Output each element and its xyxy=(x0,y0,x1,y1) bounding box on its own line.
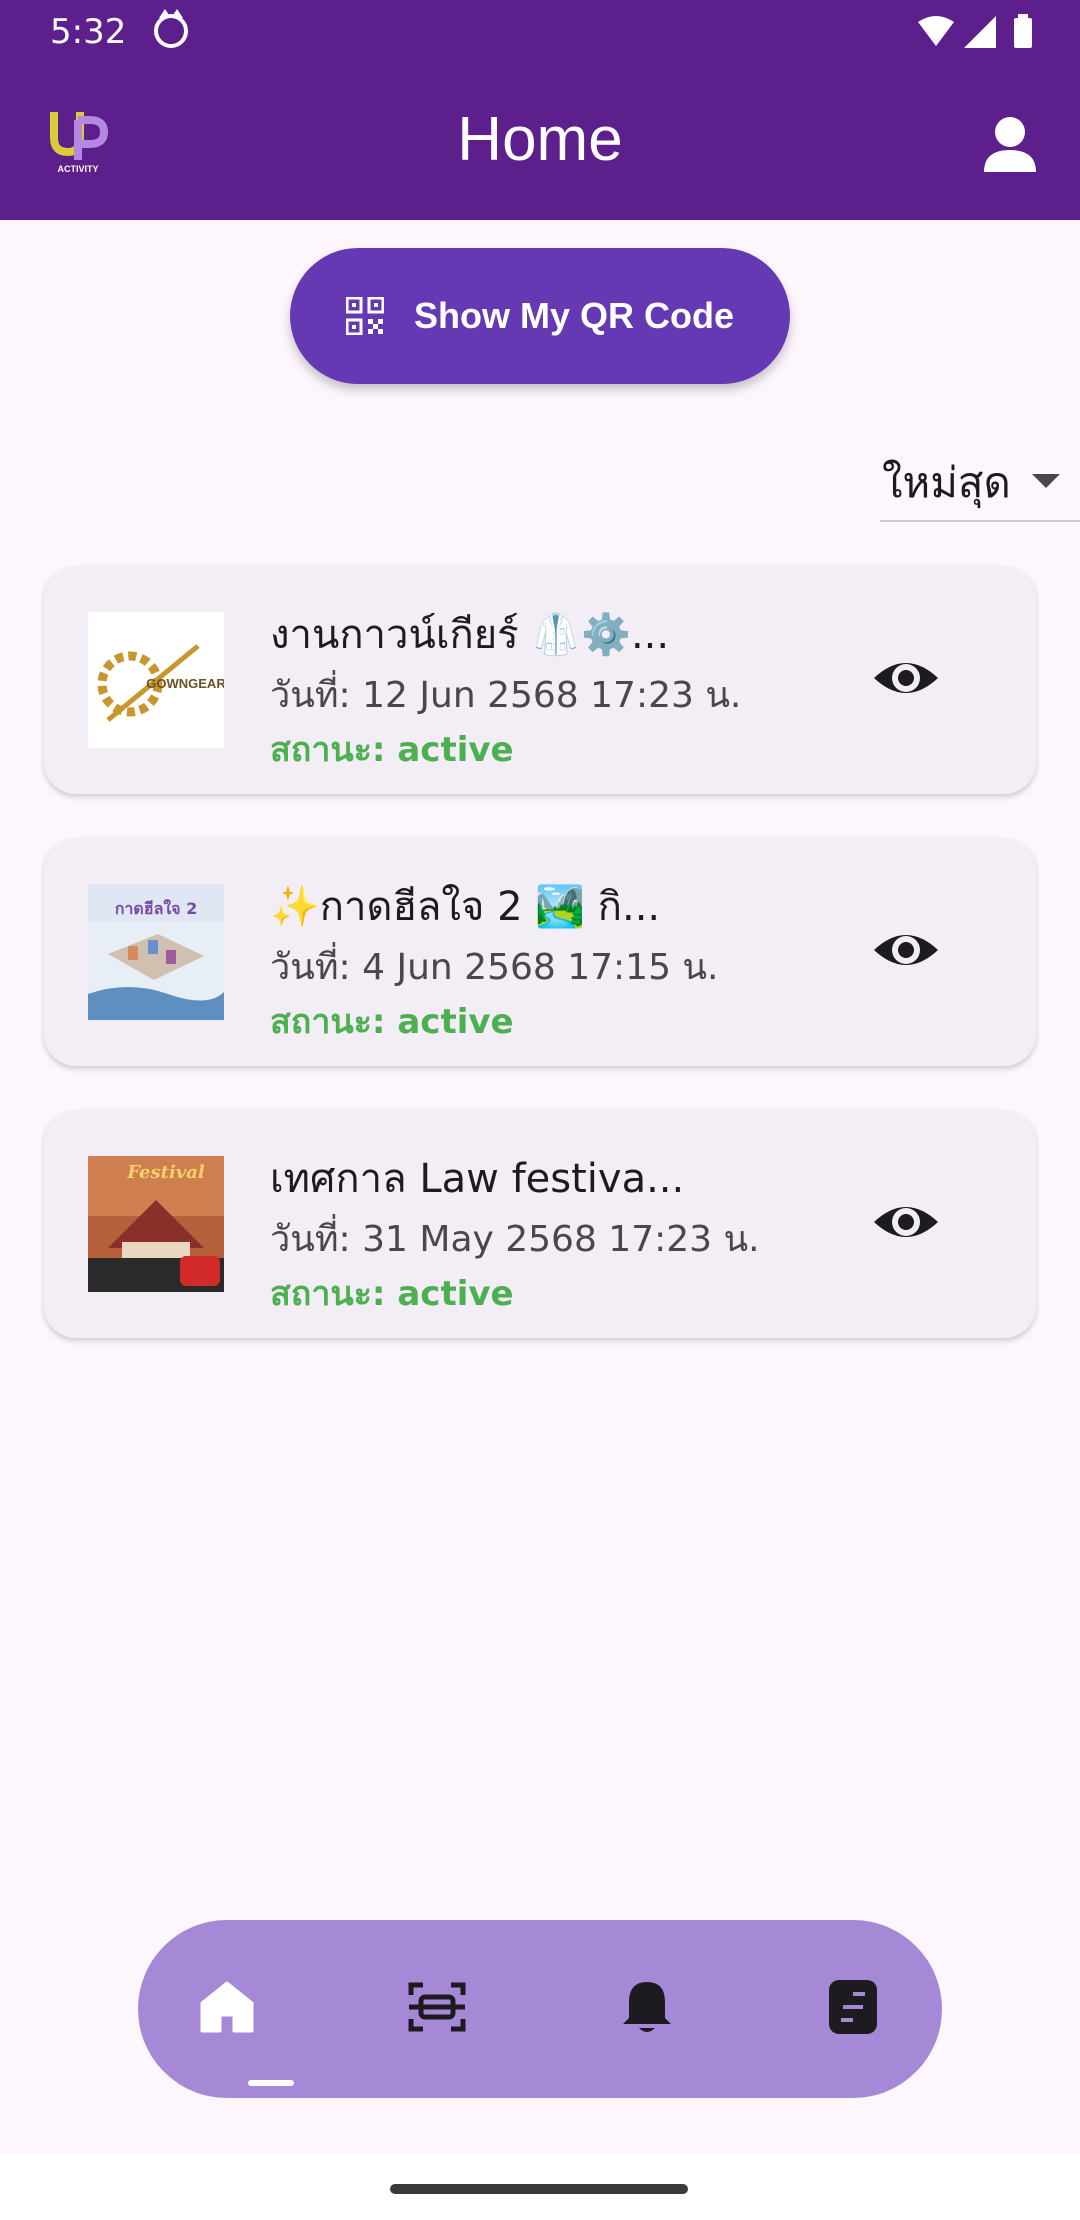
signal-icon xyxy=(964,16,996,48)
activity-card[interactable]: กาดฮีลใจ 2 ✨กาดฮีลใจ 2 🏞️ กิ... วันที่: … xyxy=(44,838,1036,1066)
activity-date: วันที่: 31 May 2568 17:23 น. xyxy=(270,1219,760,1260)
document-icon xyxy=(829,1980,877,2034)
nav-documents[interactable] xyxy=(808,1962,898,2052)
system-status-icons xyxy=(918,14,1032,48)
activity-date: วันที่: 4 Jun 2568 17:15 น. xyxy=(270,947,719,988)
activity-title: งานกาวน์เกียร์ 🥼⚙️... xyxy=(270,612,670,658)
dropdown-caret-icon xyxy=(1032,474,1060,488)
page-title: Home xyxy=(457,105,623,174)
thumb-label: Festival xyxy=(126,1162,205,1183)
qr-code-icon xyxy=(345,297,384,335)
notification-cat-icon xyxy=(154,9,188,48)
wifi-icon xyxy=(918,16,954,46)
scan-icon xyxy=(408,1982,466,2032)
status-time: 5:32 xyxy=(50,12,127,52)
show-qr-code-button[interactable]: Show My QR Code xyxy=(290,248,790,384)
activity-title: เทศกาล Law festiva... xyxy=(270,1156,685,1202)
activity-card[interactable]: Festival เทศกาล Law festiva... วันที่: 3… xyxy=(44,1110,1036,1338)
activity-status: สถานะ: active xyxy=(270,730,514,770)
profile-icon[interactable] xyxy=(978,112,1042,176)
activity-thumbnail: Festival xyxy=(88,1156,224,1292)
activity-thumbnail: GOWNGEAR xyxy=(88,612,224,748)
sort-dropdown[interactable]: ใหม่สุด xyxy=(880,446,1080,522)
nav-home[interactable] xyxy=(182,1962,294,2086)
nav-notifications[interactable] xyxy=(602,1962,692,2052)
nav-scan[interactable] xyxy=(392,1962,482,2052)
app-bar: ACTIVITY Home xyxy=(0,64,1080,220)
activity-status: สถานะ: active xyxy=(270,1274,514,1314)
view-eye-icon[interactable] xyxy=(870,918,942,982)
activity-title: ✨กาดฮีลใจ 2 🏞️ กิ... xyxy=(270,884,661,930)
gesture-handle[interactable] xyxy=(390,2184,688,2194)
sort-selected-value: ใหม่สุด xyxy=(882,458,1011,507)
qr-button-label: Show My QR Code xyxy=(413,295,734,336)
thumb-label: กาดฮีลใจ 2 xyxy=(115,899,198,918)
active-indicator xyxy=(248,2080,294,2086)
view-eye-icon[interactable] xyxy=(870,646,942,710)
bottom-navigation xyxy=(138,1920,942,2098)
view-eye-icon[interactable] xyxy=(870,1190,942,1254)
thumb-label: GOWNGEAR xyxy=(146,676,224,691)
activity-thumbnail: กาดฮีลใจ 2 xyxy=(88,884,224,1020)
bell-icon xyxy=(623,1982,671,2032)
status-bar: 5:32 xyxy=(0,0,1080,64)
gesture-area xyxy=(0,2154,1080,2220)
activity-date: วันที่: 12 Jun 2568 17:23 น. xyxy=(270,675,742,716)
home-icon xyxy=(200,1981,254,2033)
activity-card[interactable]: GOWNGEAR งานกาวน์เกียร์ 🥼⚙️... วันที่: 1… xyxy=(44,566,1036,794)
activity-status: สถานะ: active xyxy=(270,1002,514,1042)
battery-icon xyxy=(1014,18,1032,48)
